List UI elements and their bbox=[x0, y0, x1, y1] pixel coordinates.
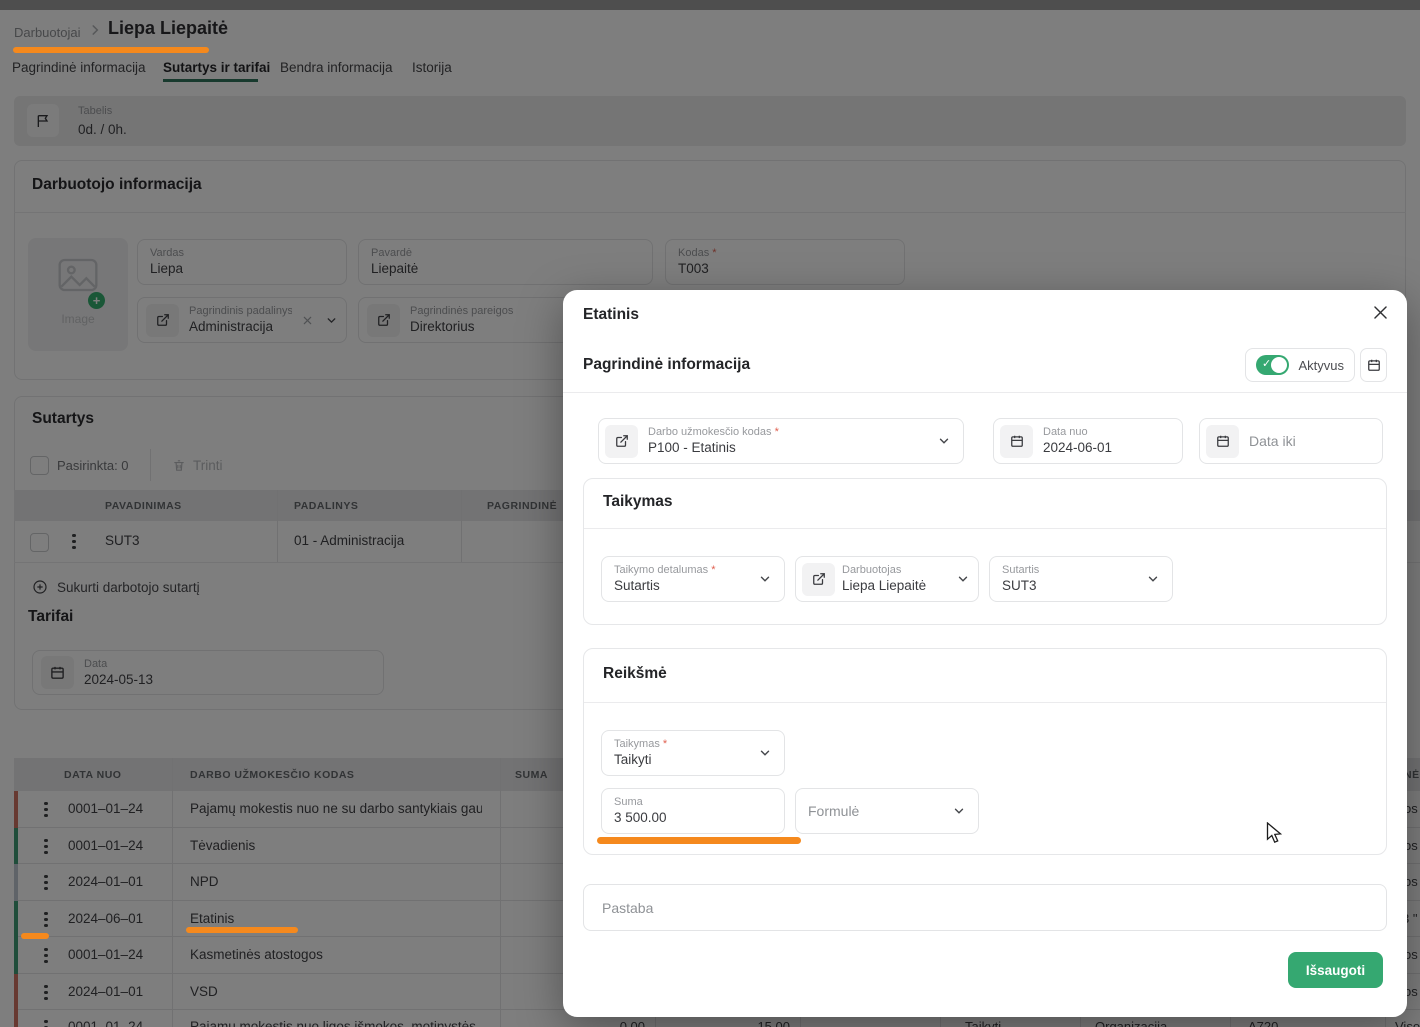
pastaba-input[interactable] bbox=[602, 900, 1368, 916]
chevron-down-icon[interactable] bbox=[758, 572, 772, 586]
taikymas-card bbox=[583, 478, 1387, 625]
darbuotojas-label: Darbuotojas bbox=[842, 563, 926, 577]
save-button[interactable]: Išsaugoti bbox=[1288, 952, 1383, 988]
darbuotojas-field[interactable]: Darbuotojas Liepa Liepaitė bbox=[795, 556, 979, 602]
active-toggle-group[interactable]: ✓ Aktyvus bbox=[1245, 348, 1355, 382]
sutartis-field[interactable]: Sutartis SUT3 bbox=[989, 556, 1173, 602]
active-toggle[interactable]: ✓ bbox=[1256, 355, 1289, 375]
taikymas-label: Taikymas * bbox=[614, 737, 667, 751]
formule-field[interactable] bbox=[795, 788, 979, 834]
chevron-down-icon[interactable] bbox=[937, 434, 951, 448]
calendar-icon[interactable] bbox=[1000, 425, 1033, 458]
data-iki-field[interactable] bbox=[1199, 418, 1383, 464]
app-screen: Darbuotojai Liepa Liepaitė Pagrindinė in… bbox=[0, 0, 1420, 1027]
suma-label: Suma bbox=[614, 795, 667, 809]
active-toggle-label: Aktyvus bbox=[1298, 358, 1344, 373]
data-nuo-field[interactable]: Data nuo 2024-06-01 bbox=[993, 418, 1183, 464]
darbuotojas-value: Liepa Liepaitė bbox=[842, 577, 926, 595]
chevron-down-icon[interactable] bbox=[758, 746, 772, 760]
taikymas-title: Taikymas bbox=[603, 493, 673, 511]
check-icon: ✓ bbox=[1262, 357, 1271, 370]
suma-field[interactable]: Suma 3 500.00 bbox=[601, 788, 785, 834]
data-iki-input[interactable] bbox=[1249, 433, 1372, 449]
kodas-value: P100 - Etatinis bbox=[648, 439, 779, 457]
etatinis-modal: Etatinis Pagrindinė informacija ✓ Aktyvu… bbox=[563, 290, 1407, 1017]
required-asterisk: * bbox=[663, 738, 667, 750]
taikymas-value: Taikyti bbox=[614, 751, 667, 769]
chevron-down-icon[interactable] bbox=[1146, 572, 1160, 586]
sutartis-label: Sutartis bbox=[1002, 563, 1039, 577]
mouse-cursor bbox=[1266, 822, 1284, 849]
modal-section-title: Pagrindinė informacija bbox=[583, 356, 750, 374]
taikymas-select-field[interactable]: Taikymas * Taikyti bbox=[601, 730, 785, 776]
darbo-uzmokescio-kodas-field[interactable]: Darbo užmokesčio kodas * P100 - Etatinis bbox=[598, 418, 964, 464]
data-nuo-label: Data nuo bbox=[1043, 425, 1112, 439]
external-link-icon[interactable] bbox=[605, 425, 638, 458]
detalumas-value: Sutartis bbox=[614, 577, 716, 595]
toggle-knob bbox=[1271, 357, 1287, 373]
chevron-down-icon[interactable] bbox=[952, 804, 966, 818]
close-icon[interactable] bbox=[1371, 303, 1390, 327]
detalumas-label: Taikymo detalumas * bbox=[614, 563, 716, 577]
formule-input[interactable] bbox=[808, 803, 918, 819]
sutartis-value: SUT3 bbox=[1002, 577, 1039, 595]
calendar-icon[interactable] bbox=[1206, 425, 1239, 458]
chevron-down-icon[interactable] bbox=[956, 572, 970, 586]
modal-title: Etatinis bbox=[583, 306, 639, 324]
annotation-suma-underline bbox=[597, 837, 801, 844]
reiksme-title: Reikšmė bbox=[603, 665, 667, 683]
pastaba-field[interactable] bbox=[583, 884, 1387, 931]
required-asterisk: * bbox=[711, 564, 715, 576]
annotation-kebab-underline bbox=[21, 933, 49, 939]
kodas-label: Darbo užmokesčio kodas * bbox=[648, 425, 779, 439]
taikymo-detalumas-field[interactable]: Taikymo detalumas * Sutartis bbox=[601, 556, 785, 602]
external-link-icon[interactable] bbox=[802, 563, 835, 596]
history-calendar-button[interactable] bbox=[1360, 348, 1387, 382]
annotation-etatinis-underline bbox=[186, 927, 298, 933]
data-nuo-value: 2024-06-01 bbox=[1043, 439, 1112, 457]
annotation-breadcrumb-underline bbox=[13, 47, 209, 53]
suma-value: 3 500.00 bbox=[614, 809, 667, 827]
required-asterisk: * bbox=[775, 426, 779, 438]
